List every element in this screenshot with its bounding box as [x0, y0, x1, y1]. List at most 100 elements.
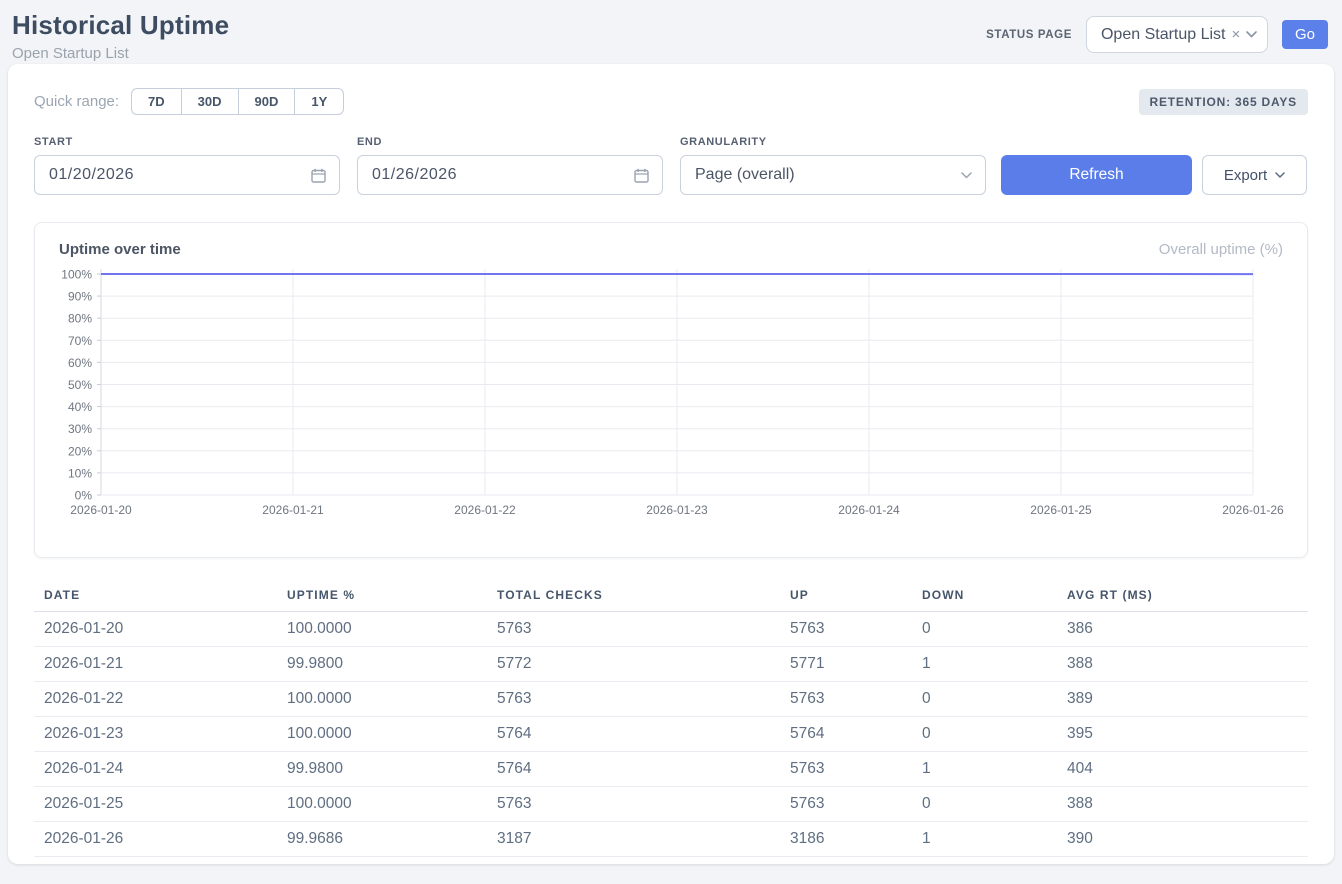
uptime-line-chart: 0%10%20%30%40%50%60%70%80%90%100%2026-01… — [55, 264, 1287, 526]
column-header: DATE — [34, 580, 277, 612]
table-cell: 2026-01-25 — [34, 787, 277, 822]
status-page-label: STATUS PAGE — [986, 29, 1072, 41]
table-cell: 2026-01-26 — [34, 822, 277, 857]
svg-text:90%: 90% — [68, 290, 92, 304]
table-cell: 389 — [1057, 682, 1308, 717]
granularity-label: GRANULARITY — [680, 136, 986, 148]
table-cell: 0 — [912, 612, 1057, 647]
start-date-value: 01/20/2026 — [49, 166, 134, 184]
quick-range-1y[interactable]: 1Y — [294, 88, 344, 115]
svg-text:2026-01-20: 2026-01-20 — [70, 503, 132, 517]
svg-text:2026-01-21: 2026-01-21 — [262, 503, 324, 517]
retention-badge: RETENTION: 365 DAYS — [1139, 89, 1308, 115]
table-row: 2026-01-20100.0000576357630386 — [34, 612, 1308, 647]
main-card: Quick range: 7D30D90D1Y RETENTION: 365 D… — [8, 64, 1334, 864]
column-header: UPTIME % — [277, 580, 487, 612]
page-subtitle: Open Startup List — [12, 45, 229, 62]
table-cell: 2026-01-21 — [34, 647, 277, 682]
table-cell: 5772 — [487, 647, 780, 682]
table-cell: 5763 — [780, 752, 912, 787]
table-cell: 2026-01-24 — [34, 752, 277, 787]
table-cell: 1 — [912, 647, 1057, 682]
table-cell: 5763 — [780, 682, 912, 717]
table-cell: 388 — [1057, 787, 1308, 822]
calendar-icon[interactable] — [634, 168, 649, 183]
table-cell: 0 — [912, 787, 1057, 822]
table-cell: 5763 — [487, 682, 780, 717]
quick-range-90d[interactable]: 90D — [238, 88, 296, 115]
quick-range-7d[interactable]: 7D — [131, 88, 182, 115]
table-cell: 5764 — [780, 717, 912, 752]
table-row: 2026-01-25100.0000576357630388 — [34, 787, 1308, 822]
end-date-input[interactable]: 01/26/2026 — [357, 155, 663, 195]
granularity-select[interactable]: Page (overall) — [680, 155, 986, 195]
export-button[interactable]: Export — [1202, 155, 1307, 195]
column-header: UP — [780, 580, 912, 612]
column-header: DOWN — [912, 580, 1057, 612]
table-cell: 99.9800 — [277, 752, 487, 787]
table-cell: 5763 — [780, 612, 912, 647]
table-cell: 99.9686 — [277, 822, 487, 857]
end-date-value: 01/26/2026 — [372, 166, 457, 184]
table-cell: 3186 — [780, 822, 912, 857]
table-cell: 2026-01-22 — [34, 682, 277, 717]
start-date-input[interactable]: 01/20/2026 — [34, 155, 340, 195]
svg-text:100%: 100% — [61, 268, 92, 282]
table-cell: 2026-01-20 — [34, 612, 277, 647]
table-cell: 100.0000 — [277, 717, 487, 752]
svg-text:10%: 10% — [68, 466, 92, 480]
svg-text:2026-01-24: 2026-01-24 — [838, 503, 900, 517]
svg-text:40%: 40% — [68, 400, 92, 414]
svg-text:30%: 30% — [68, 422, 92, 436]
go-button[interactable]: Go — [1282, 20, 1328, 49]
table-cell: 390 — [1057, 822, 1308, 857]
table-row: 2026-01-2199.9800577257711388 — [34, 647, 1308, 682]
chart-legend: Overall uptime (%) — [1159, 241, 1283, 258]
table-cell: 5764 — [487, 752, 780, 787]
header-right: STATUS PAGE Open Startup List × Go — [986, 16, 1328, 53]
clear-icon[interactable]: × — [1232, 27, 1241, 42]
svg-text:20%: 20% — [68, 444, 92, 458]
chevron-down-icon — [1275, 172, 1285, 178]
svg-text:70%: 70% — [68, 334, 92, 348]
table-cell: 388 — [1057, 647, 1308, 682]
table-cell: 1 — [912, 752, 1057, 787]
table-row: 2026-01-23100.0000576457640395 — [34, 717, 1308, 752]
svg-text:2026-01-26: 2026-01-26 — [1222, 503, 1284, 517]
end-date-field-block: END 01/26/2026 — [357, 136, 663, 195]
table-cell: 5763 — [487, 612, 780, 647]
chevron-down-icon — [1246, 31, 1257, 38]
table-cell: 1 — [912, 822, 1057, 857]
page-header: Historical Uptime Open Startup List STAT… — [0, 0, 1342, 64]
svg-text:50%: 50% — [68, 378, 92, 392]
page-title: Historical Uptime — [12, 10, 229, 41]
table-cell: 5763 — [487, 787, 780, 822]
table-cell: 5763 — [780, 787, 912, 822]
table-cell: 395 — [1057, 717, 1308, 752]
table-cell: 0 — [912, 682, 1057, 717]
table-cell: 0 — [912, 717, 1057, 752]
status-page-select[interactable]: Open Startup List × — [1086, 16, 1268, 53]
table-cell: 5764 — [487, 717, 780, 752]
quick-range-group: Quick range: 7D30D90D1Y — [34, 88, 344, 115]
table-header-row: DATEUPTIME %TOTAL CHECKSUPDOWNAVG RT (MS… — [34, 580, 1308, 612]
svg-text:2026-01-23: 2026-01-23 — [646, 503, 708, 517]
table-cell: 2026-01-23 — [34, 717, 277, 752]
granularity-field-block: GRANULARITY Page (overall) — [680, 136, 986, 195]
chart-title: Uptime over time — [59, 241, 181, 258]
granularity-value: Page (overall) — [695, 166, 795, 184]
refresh-button[interactable]: Refresh — [1001, 155, 1192, 195]
table-cell: 100.0000 — [277, 612, 487, 647]
start-date-field-block: START 01/20/2026 — [34, 136, 340, 195]
quick-range-30d[interactable]: 30D — [181, 88, 239, 115]
svg-text:0%: 0% — [75, 489, 93, 503]
uptime-chart-card: Uptime over time Overall uptime (%) 0% 10… — [34, 222, 1308, 558]
table-cell: 100.0000 — [277, 682, 487, 717]
quick-range-label: Quick range: — [34, 93, 119, 110]
calendar-icon[interactable] — [311, 168, 326, 183]
table-row: 2026-01-2699.9686318731861390 — [34, 822, 1308, 857]
table-cell: 5771 — [780, 647, 912, 682]
svg-text:80%: 80% — [68, 312, 92, 326]
chevron-down-icon — [961, 172, 972, 179]
quick-range-buttons: 7D30D90D1Y — [131, 88, 344, 115]
